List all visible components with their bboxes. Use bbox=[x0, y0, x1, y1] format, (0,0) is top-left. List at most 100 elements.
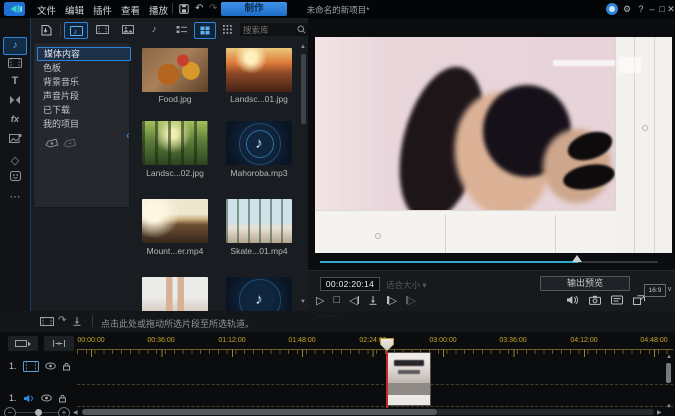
timeline-scroll-up-icon[interactable]: ▲ bbox=[666, 354, 672, 360]
tab-media-content[interactable]: ♪ bbox=[64, 22, 88, 39]
close-button[interactable]: ✕ bbox=[666, 3, 675, 15]
menu-plugin[interactable]: 插件 bbox=[93, 3, 112, 17]
snapshot-camera-icon[interactable] bbox=[589, 295, 601, 305]
media-thumb-landscape01[interactable] bbox=[226, 48, 292, 92]
media-thumb-mountain[interactable] bbox=[142, 199, 208, 243]
media-thumb-food[interactable] bbox=[142, 48, 208, 92]
fast-forward-button: ▷ bbox=[406, 294, 416, 307]
media-name: Food.jpg bbox=[136, 94, 214, 104]
menu-file[interactable]: 文件 bbox=[37, 3, 56, 17]
snap-toggle-button[interactable] bbox=[44, 336, 74, 351]
settings-gear-icon[interactable]: ⚙ bbox=[622, 3, 632, 15]
minimize-button[interactable]: – bbox=[647, 3, 657, 15]
tab-videos[interactable] bbox=[91, 22, 113, 37]
stop-button[interactable]: □ bbox=[333, 294, 340, 306]
media-thumb-partial-audio[interactable]: ♪ bbox=[226, 277, 292, 311]
seek-bar-progress bbox=[320, 261, 578, 263]
media-thumb-landscape02[interactable] bbox=[142, 121, 208, 165]
ruler-label: 04:48:00 bbox=[640, 337, 667, 344]
zoom-mode-dropdown[interactable]: 适合大小 ▾ bbox=[386, 279, 427, 291]
library-menu-icon[interactable] bbox=[219, 22, 235, 37]
menu-edit[interactable]: 编辑 bbox=[65, 3, 84, 17]
save-icon[interactable] bbox=[179, 4, 189, 14]
timeline-zoom-out-icon[interactable]: − bbox=[4, 407, 16, 416]
timecode-display[interactable]: 00:02:20:14 bbox=[320, 277, 380, 291]
category-media-content[interactable]: 媒体内容 bbox=[37, 47, 131, 61]
timeline-scroll-left-icon[interactable]: ◀ bbox=[73, 410, 78, 416]
playhead-line bbox=[386, 351, 388, 408]
overlay-room-icon[interactable] bbox=[0, 133, 30, 143]
category-downloaded[interactable]: 已下载 bbox=[37, 104, 129, 116]
add-tag-icon[interactable] bbox=[44, 138, 59, 150]
media-thumb-partial-video[interactable] bbox=[142, 277, 208, 311]
overwrite-icon[interactable] bbox=[72, 316, 82, 326]
volume-icon[interactable] bbox=[566, 295, 578, 305]
aspect-ratio-badge[interactable]: 16:9 bbox=[644, 284, 666, 297]
produce-preview-button[interactable]: 输出预览 bbox=[540, 276, 630, 291]
remove-tag-icon[interactable] bbox=[62, 138, 77, 150]
tab-photos[interactable] bbox=[117, 22, 139, 37]
media-scroll-down-icon[interactable]: ▼ bbox=[300, 299, 306, 305]
seek-marker-button[interactable] bbox=[368, 295, 378, 305]
track-lock-icon[interactable] bbox=[58, 394, 67, 403]
track-lock-icon[interactable] bbox=[62, 362, 71, 371]
effect-room-icon[interactable]: fx bbox=[0, 114, 30, 125]
project-clips-icon[interactable] bbox=[0, 58, 30, 68]
audio-note-icon: ♪ bbox=[226, 121, 292, 165]
grid-view-button[interactable] bbox=[194, 22, 216, 39]
media-thumb-mahoroba[interactable]: ♪ bbox=[226, 121, 292, 165]
zoom-slider-handle[interactable] bbox=[35, 409, 42, 416]
track-visibility-eye-icon[interactable] bbox=[41, 394, 52, 402]
audio-note-icon: ♪ bbox=[226, 277, 292, 311]
play-button[interactable]: ▷ bbox=[316, 294, 324, 307]
library-search-field[interactable] bbox=[240, 23, 308, 36]
title-room-icon[interactable]: T bbox=[0, 75, 30, 87]
search-input[interactable] bbox=[240, 25, 297, 35]
category-my-projects[interactable]: 我的项目 bbox=[37, 118, 129, 130]
previous-frame-button[interactable]: ◁ bbox=[349, 294, 359, 307]
track-number: 1. bbox=[9, 393, 17, 403]
track-visibility-eye-icon[interactable] bbox=[45, 362, 56, 370]
timeline-scroll-right-icon[interactable]: ▶ bbox=[657, 410, 662, 416]
transition-room-icon[interactable] bbox=[0, 95, 30, 105]
preview-video-frame[interactable] bbox=[315, 37, 672, 253]
category-color-boards[interactable]: 色板 bbox=[37, 62, 129, 74]
crossfade-icon[interactable]: ↷ bbox=[58, 315, 66, 326]
app-window: 文件 编辑 插件 查看 播放 ↶ ↷ 制作 未命名的新项目* ⚙ ? – □ ✕… bbox=[0, 0, 675, 416]
category-bgm[interactable]: 背景音乐 bbox=[37, 76, 129, 88]
help-icon[interactable]: ? bbox=[636, 3, 646, 15]
titlebar: 文件 编辑 插件 查看 播放 ↶ ↷ 制作 未命名的新项目* ⚙ ? – □ ✕ bbox=[0, 0, 675, 18]
svg-text:♪: ♪ bbox=[73, 27, 77, 36]
undo-icon[interactable]: ↶ bbox=[195, 3, 203, 14]
panel-resize-handle[interactable]: ······ bbox=[318, 313, 338, 320]
media-thumb-skate[interactable] bbox=[226, 199, 292, 243]
timeline-hscrollbar-thumb[interactable] bbox=[82, 409, 437, 415]
sticker-room-icon[interactable] bbox=[0, 171, 30, 181]
seek-bar-handle[interactable] bbox=[572, 255, 582, 262]
media-scroll-up-icon[interactable]: ▲ bbox=[300, 44, 306, 50]
tab-audio[interactable]: ♪ bbox=[143, 22, 165, 37]
next-frame-button[interactable]: ▷ bbox=[387, 294, 397, 307]
tool-rail: ♪ T fx ◇ ⋯ bbox=[0, 18, 31, 311]
particle-room-icon[interactable]: ◇ bbox=[0, 154, 30, 167]
menu-play[interactable]: 播放 bbox=[149, 3, 168, 17]
media-scrollbar[interactable] bbox=[301, 54, 306, 124]
import-media-button[interactable] bbox=[36, 22, 56, 37]
timeline-scroll-down-icon[interactable]: ▼ bbox=[666, 404, 672, 410]
category-sound-clips[interactable]: 声音片段 bbox=[37, 90, 129, 102]
timeline-zoom-in-icon[interactable]: + bbox=[58, 407, 70, 416]
collapse-categories-icon[interactable]: ‹ bbox=[126, 130, 130, 142]
produce-button[interactable]: 制作 bbox=[221, 2, 287, 16]
list-view-button[interactable] bbox=[171, 22, 191, 37]
account-icon[interactable] bbox=[606, 3, 618, 15]
menu-view[interactable]: 查看 bbox=[121, 3, 140, 17]
media-room-icon[interactable]: ♪ bbox=[3, 37, 27, 55]
timeline-vscrollbar[interactable] bbox=[666, 363, 671, 383]
track-manager-button[interactable] bbox=[8, 336, 38, 351]
insert-clip-icon[interactable] bbox=[40, 317, 54, 326]
aspect-dropdown-icon[interactable]: ∨ bbox=[667, 285, 672, 293]
audio-track-icon bbox=[23, 394, 35, 403]
info-board-icon[interactable] bbox=[611, 295, 623, 305]
more-rooms-icon[interactable]: ⋯ bbox=[0, 190, 30, 203]
timeline-clip[interactable] bbox=[387, 352, 431, 406]
